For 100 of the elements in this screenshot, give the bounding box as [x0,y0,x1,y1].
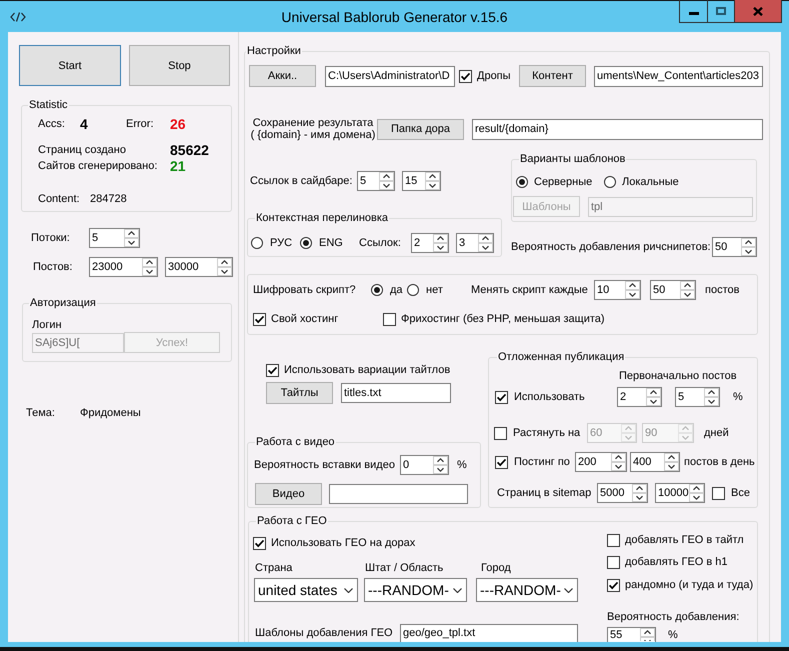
group-title: Statistic [28,99,69,111]
error-label: Error: [126,117,154,131]
group-title: Настройки [246,45,302,57]
sitemap-label: Страниц в sitemap [497,486,592,500]
number-field[interactable]: 200 [575,452,627,472]
path-field[interactable]: uments\New_Content\articles203 [594,66,763,86]
checkbox[interactable] [607,534,620,546]
number-field[interactable]: 10 [594,280,641,300]
percent-label: % [668,628,678,642]
number-field[interactable]: 5 [89,228,140,248]
radio-button[interactable] [300,237,312,249]
path-field[interactable]: titles.txt [341,383,451,403]
close-button[interactable] [734,0,781,22]
checkbox-label: Все [731,486,750,500]
number-field[interactable]: 5 [675,387,720,407]
content-button[interactable]: Контент [519,65,586,87]
checkbox-label: Использовать вариации тайтлов [284,363,450,377]
radio-button[interactable] [251,237,263,249]
checkbox[interactable] [607,578,620,592]
chevron-down-icon[interactable] [453,588,462,592]
unit-label: постов [705,283,740,297]
chevron-up-icon[interactable] [478,234,493,243]
chevron-up-icon[interactable] [625,281,640,290]
chevron-up-icon[interactable] [689,484,704,493]
chevron-up-icon[interactable] [646,388,661,397]
chevron-up-icon[interactable] [664,453,679,462]
checkbox-label: Использовать [514,390,585,404]
dropdown[interactable]: united states [254,578,358,602]
chevron-up-icon[interactable] [680,281,695,290]
group-title: Варианты шаблонов [519,153,626,165]
radio-label: Серверные [534,175,592,189]
number-field[interactable]: 50 [712,236,757,256]
start-button[interactable]: Start [19,45,121,86]
checkbox[interactable] [495,390,508,404]
checkbox[interactable] [253,312,266,326]
path-field[interactable]: result/{domain} [472,118,763,140]
chevron-up-icon[interactable] [433,456,448,465]
chevron-down-icon[interactable] [564,588,573,592]
checkbox[interactable] [383,312,396,326]
number-field[interactable]: 5 [357,171,395,191]
accounts-button[interactable]: Акки.. [249,65,316,87]
checkbox-label: Использовать ГЕО на дорах [271,536,416,550]
number-field[interactable]: 2 [411,233,449,253]
dropdown[interactable]: ---RANDOM- [364,578,467,602]
folder-button[interactable]: Папка дора [377,118,464,140]
login-label: Логин [32,318,62,332]
number-field[interactable]: 2 [617,387,662,407]
checkbox[interactable] [253,536,266,550]
number-field[interactable]: 55 [607,627,656,642]
video-button[interactable]: Видео [255,483,322,505]
checkbox[interactable] [459,70,472,82]
checkbox[interactable] [495,456,508,468]
radio-button[interactable] [407,284,419,296]
stop-button[interactable]: Stop [129,45,230,86]
chevron-up-icon[interactable] [632,484,647,493]
code-icon [10,12,26,22]
number-field[interactable]: 5000 [597,483,648,503]
chevron-up-icon[interactable] [640,628,655,637]
checkbox-label: добавлять ГЕО в тайтл [625,533,744,547]
chevron-up-icon[interactable] [704,388,719,397]
minimize-icon [688,12,698,15]
path-field[interactable]: geo/geo_tpl.txt [400,624,578,642]
path-field[interactable]: C:\Users\Administrator\D [325,66,455,86]
probability-label: Вероятность добавления: [607,610,740,624]
checkbox[interactable] [607,556,620,568]
titles-button[interactable]: Тайтлы [266,382,333,404]
number-field[interactable]: 50 [650,280,696,300]
radio-label: нет [426,283,443,297]
unit-label: постов в день [684,455,755,469]
chevron-up-icon[interactable] [433,234,448,243]
group-title: Работа с ГЕО [256,515,328,527]
chevron-up-icon[interactable] [425,172,440,181]
checkbox[interactable] [266,364,279,376]
checkbox-label: добавлять ГЕО в h1 [625,555,728,569]
chevron-up-icon[interactable] [741,238,756,246]
path-field[interactable] [329,484,468,504]
dropdown[interactable]: ---RANDOM- [476,578,578,602]
chevron-up-icon[interactable] [217,258,232,267]
number-field[interactable]: 30000 [165,257,233,277]
rich-snippets-label: Вероятность добавления ричснипетов: [511,240,711,254]
checkbox[interactable] [712,486,725,500]
accs-value: 4 [80,116,88,132]
chevron-up-icon[interactable] [611,453,626,462]
chevron-up-icon[interactable] [124,229,139,238]
number-field[interactable]: 400 [630,452,680,472]
number-field[interactable]: 3 [456,233,494,253]
group-title: Авторизация [29,297,97,309]
number-field[interactable]: 10000 [655,483,705,503]
chevron-down-icon[interactable] [344,588,353,592]
checkbox-label: Фрихостинг (без PHP, меньшая защита) [401,312,605,326]
radio-button[interactable] [371,284,383,296]
chevron-up-icon[interactable] [142,258,157,267]
accs-label: Accs: [38,117,65,131]
group-title: Контекстная перелиновка [255,212,390,224]
number-field[interactable]: 15 [402,171,441,191]
threads-label: Потоки: [31,231,70,245]
radio-label: да [390,283,403,297]
number-field[interactable]: 23000 [89,257,158,277]
chevron-up-icon[interactable] [379,172,394,181]
number-field[interactable]: 0 [400,455,449,475]
